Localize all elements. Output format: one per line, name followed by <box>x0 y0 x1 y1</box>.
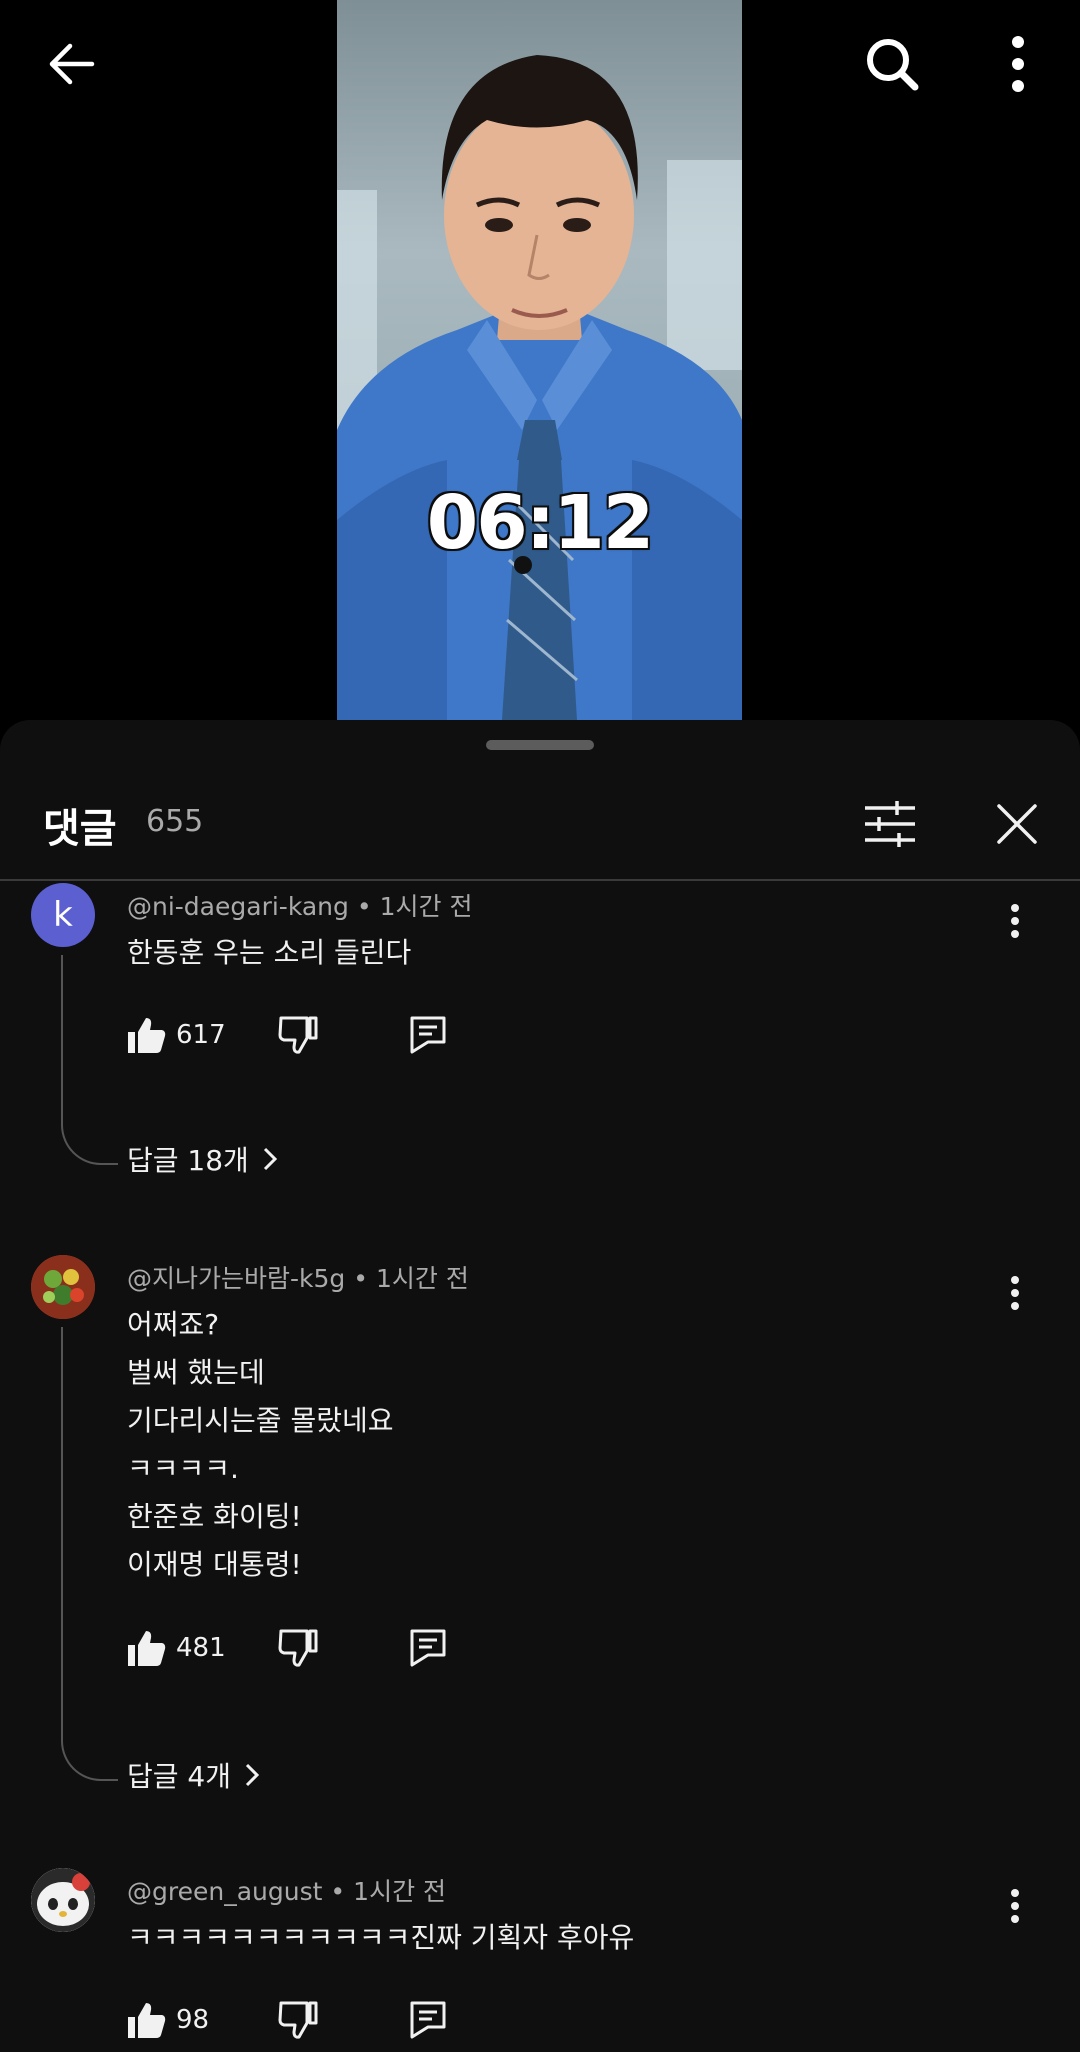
comments-count: 655 <box>146 804 204 839</box>
thumbs-down-icon <box>278 2001 318 2039</box>
avatar[interactable] <box>31 1255 95 1319</box>
video-frame[interactable]: 06:12 <box>337 0 742 720</box>
more-vertical-icon <box>1011 1276 1019 1310</box>
chevron-right-icon <box>245 1763 259 1787</box>
view-replies-button[interactable]: 답글 4개 <box>127 1755 259 1795</box>
more-vertical-icon <box>1011 1889 1019 1923</box>
comment-more-button[interactable] <box>985 1876 1045 1936</box>
reply-button[interactable] <box>410 1990 446 2050</box>
thumbs-up-icon <box>128 1018 166 1053</box>
comment-line: 한준호 화이팅! <box>127 1500 302 1533</box>
dislike-button[interactable] <box>278 1990 318 2050</box>
comment-line: ㅋㅋㅋㅋ. <box>127 1452 239 1485</box>
comment-actions: 481 <box>120 1618 460 1678</box>
more-vertical-icon <box>1011 904 1019 938</box>
reply-button[interactable] <box>410 1005 446 1065</box>
comment-author[interactable]: @ni-daegari-kang <box>127 892 349 921</box>
reply-button[interactable] <box>410 1618 446 1678</box>
close-button[interactable] <box>979 786 1055 862</box>
comment-line: 벌써 했는데 <box>127 1356 265 1389</box>
comment-line: 어쩌죠? <box>127 1308 220 1341</box>
comment-reply-icon <box>410 2001 446 2039</box>
replies-label: 답글 18개 <box>127 1144 249 1177</box>
like-button[interactable]: 98 <box>126 1990 209 2050</box>
thumbs-down-icon <box>278 1629 318 1667</box>
avatar-image <box>31 1868 95 1932</box>
sort-button[interactable] <box>852 786 928 862</box>
thread-line <box>61 1327 118 1781</box>
comments-sheet: 댓글 655 k @ni-daegari-kang • 1시간 전 한동훈 우는… <box>0 720 1080 2052</box>
video-player[interactable]: 06:12 <box>0 0 1080 720</box>
back-arrow-icon <box>49 43 95 85</box>
comment-text: 한동훈 우는 소리 들린다 <box>127 929 411 977</box>
comment-line: ㅋㅋㅋㅋㅋㅋㅋㅋㅋㅋㅋ진짜 기획자 후아유 <box>127 1921 635 1954</box>
comment-time: 1시간 전 <box>353 1877 447 1906</box>
replies-label: 답글 4개 <box>127 1760 231 1793</box>
sort-filter-icon <box>865 801 915 847</box>
comment-meta: @ni-daegari-kang • 1시간 전 <box>127 892 473 921</box>
like-button[interactable]: 617 <box>126 1005 226 1065</box>
comment-time: 1시간 전 <box>376 1264 469 1293</box>
avatar[interactable] <box>31 1868 95 1932</box>
more-options-button[interactable] <box>982 28 1054 100</box>
comments-header: 댓글 655 <box>0 768 1080 880</box>
comment-meta: @지나가는바람-k5g • 1시간 전 <box>127 1264 469 1293</box>
chevron-right-icon <box>263 1147 277 1171</box>
thumbs-up-icon <box>128 1631 166 1666</box>
dislike-button[interactable] <box>278 1005 318 1065</box>
comment-line: 한동훈 우는 소리 들린다 <box>127 936 412 969</box>
avatar-letter: k <box>53 895 73 935</box>
video-timer-overlay: 06:12 <box>426 480 655 566</box>
comment-line: 이재명 대통령! <box>127 1548 302 1581</box>
comment-reply-icon <box>410 1016 446 1054</box>
comment-actions: 98 <box>120 1990 460 2050</box>
comment-author[interactable]: @지나가는바람-k5g <box>127 1264 345 1293</box>
header-divider <box>0 879 1080 881</box>
drag-handle[interactable] <box>486 740 594 750</box>
comments-title: 댓글 <box>43 806 117 852</box>
like-button[interactable]: 481 <box>126 1618 226 1678</box>
more-vertical-icon <box>1012 36 1024 92</box>
dislike-button[interactable] <box>278 1618 318 1678</box>
thumbs-down-icon <box>278 1016 318 1054</box>
close-icon <box>997 804 1037 844</box>
comment-reply-icon <box>410 1629 446 1667</box>
like-count: 98 <box>176 2005 210 2035</box>
comment-more-button[interactable] <box>985 891 1045 951</box>
avatar-image <box>31 1255 95 1319</box>
comment-more-button[interactable] <box>985 1263 1045 1323</box>
comment-actions: 617 <box>120 1005 460 1065</box>
thread-line <box>61 955 118 1165</box>
search-icon <box>867 39 919 91</box>
comment-text: 어쩌죠? 벌써 했는데 기다리시는줄 몰랐네요 ㅋㅋㅋㅋ. 한준호 화이팅! 이… <box>127 1301 394 1589</box>
comment-text: ㅋㅋㅋㅋㅋㅋㅋㅋㅋㅋㅋ진짜 기획자 후아유 <box>127 1914 634 1962</box>
back-button[interactable] <box>36 28 108 100</box>
comment-time: 1시간 전 <box>379 892 473 921</box>
comment-meta: @green_august • 1시간 전 <box>127 1877 447 1906</box>
shorts-comments-screen: 06:12 댓글 655 k @ni-daegari-kang • 1시간 전 … <box>0 0 1080 2052</box>
avatar[interactable]: k <box>31 883 95 947</box>
thumbs-up-icon <box>128 2003 166 2038</box>
like-count: 481 <box>176 1633 226 1663</box>
comment-line: 기다리시는줄 몰랐네요 <box>127 1404 394 1437</box>
comment-author[interactable]: @green_august <box>127 1877 322 1906</box>
view-replies-button[interactable]: 답글 18개 <box>127 1139 277 1179</box>
like-count: 617 <box>176 1020 226 1050</box>
video-person-image <box>337 55 742 720</box>
search-button[interactable] <box>856 28 928 100</box>
